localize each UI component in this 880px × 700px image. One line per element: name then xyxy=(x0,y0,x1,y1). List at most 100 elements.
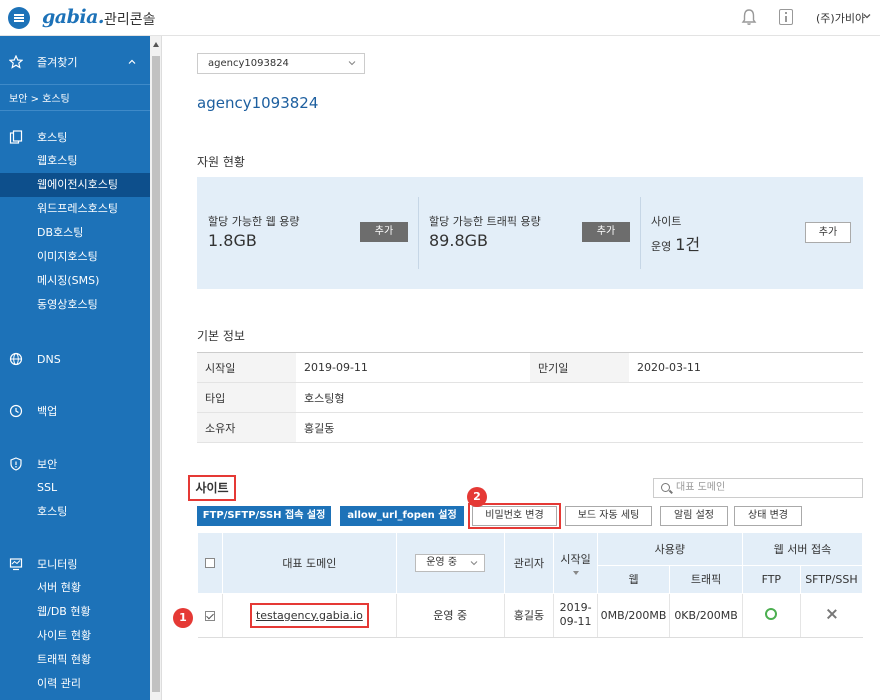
sidebar-item-video-hosting[interactable]: 동영상호스팅 xyxy=(0,293,150,317)
chevron-down-icon[interactable] xyxy=(862,11,872,21)
favorites-label: 즐겨찾기 xyxy=(37,56,78,69)
hosting-icon xyxy=(9,130,23,144)
owner-label: 소유자 xyxy=(197,412,296,443)
start-date-label: 시작일 xyxy=(197,352,296,383)
sidebar-favorites[interactable]: 즐겨찾기 xyxy=(0,50,150,74)
start-date-cell: 2019-09-11 xyxy=(553,593,598,638)
web-capacity-value: 1.8GB xyxy=(208,231,257,250)
type-label: 타입 xyxy=(197,382,296,413)
sidebar-item-traffic-status[interactable]: 트래픽 현황 xyxy=(0,648,150,672)
step-badge-2: 2 xyxy=(467,487,487,507)
add-traffic-button[interactable]: 추가 xyxy=(582,222,630,242)
sidebar-item-image-hosting[interactable]: 이미지호스팅 xyxy=(0,245,150,269)
site-count-value: 운영 1건 xyxy=(651,231,700,255)
row-select-cell xyxy=(197,593,223,638)
divider xyxy=(0,110,150,111)
sidebar-item-ssl[interactable]: SSL xyxy=(0,476,150,500)
alarm-settings-button[interactable]: 알림 설정 xyxy=(660,506,728,526)
sidebar-item-web-db-status[interactable]: 웹/DB 현황 xyxy=(0,600,150,624)
gabia-logo[interactable]: gabia. xyxy=(42,6,105,28)
start-column-header[interactable]: 시작일 xyxy=(553,533,598,594)
owner-value: 홍길동 xyxy=(296,412,863,443)
sidebar-item-site-status[interactable]: 사이트 현황 xyxy=(0,624,150,648)
search-icon xyxy=(661,483,670,492)
menu-icon[interactable] xyxy=(8,7,30,29)
sidebar-monitoring: 모니터링 서버 현황 웹/DB 현황 사이트 현황 트래픽 현황 이력 관리 xyxy=(0,552,150,696)
usage-column-header: 사용량 xyxy=(596,533,743,566)
bell-icon[interactable] xyxy=(740,8,758,26)
hosting-label: 호스팅 xyxy=(37,131,68,144)
row-checkbox[interactable] xyxy=(204,610,215,621)
status-change-button[interactable]: 상태 변경 xyxy=(734,506,802,526)
ftp-settings-button[interactable]: FTP/SFTP/SSH 접속 설정 xyxy=(197,506,331,526)
breadcrumb: 보안 > 호스팅 xyxy=(9,94,70,105)
web-usage-cell: 0MB/200MB xyxy=(597,593,671,638)
domain-search-input[interactable]: 대표 도메인 xyxy=(653,478,863,498)
board-auto-setup-button[interactable]: 보드 자동 세팅 xyxy=(565,506,652,526)
add-site-button[interactable]: 추가 xyxy=(805,222,851,243)
traffic-usage-header: 트래픽 xyxy=(669,565,743,594)
web-usage-header: 웹 xyxy=(596,565,671,594)
select-all-header xyxy=(197,533,223,594)
site-table: 대표 도메인 운영 중 관리자 시작일 사용량 웹 서버 접속 웹 트래픽 FT… xyxy=(197,533,864,638)
sidebar-hosting: 호스팅 웹호스팅 웹에이전시호스팅 워드프레스호스팅 DB호스팅 이미지호스팅 … xyxy=(0,125,150,317)
sidebar-item-history[interactable]: 이력 관리 xyxy=(0,672,150,696)
end-date-value: 2020-03-11 xyxy=(629,352,863,383)
sort-down-icon[interactable] xyxy=(572,570,579,575)
sidebar-item-sms[interactable]: 메시징(SMS) xyxy=(0,269,150,293)
sidebar-item-db-hosting[interactable]: DB호스팅 xyxy=(0,221,150,245)
status-cell: 운영 중 xyxy=(396,593,505,638)
sidebar-backup[interactable]: 백업 xyxy=(0,399,150,423)
account-select[interactable]: agency1093824 xyxy=(197,53,365,74)
top-bar: gabia. 관리콘솔 (주)가비아 xyxy=(0,0,880,36)
allow-url-fopen-button[interactable]: allow_url_fopen 설정 xyxy=(340,506,464,526)
account-select-value: agency1093824 xyxy=(208,58,289,69)
domain-link[interactable]: testagency.gabia.io xyxy=(256,609,363,622)
account-name[interactable]: (주)가비아 xyxy=(816,10,865,26)
domain-highlight: testagency.gabia.io xyxy=(249,602,369,628)
console-title: 관리콘솔 xyxy=(104,12,156,28)
scrollbar-thumb[interactable] xyxy=(152,56,160,692)
web-capacity-label: 할당 가능한 웹 용량 xyxy=(208,215,300,228)
ftp-available-icon[interactable] xyxy=(765,607,778,620)
start-date-value: 2019-09-11 xyxy=(296,352,530,383)
status-filter-select[interactable]: 운영 중 xyxy=(415,553,486,572)
sidebar-dns[interactable]: DNS xyxy=(0,347,150,371)
status-filter-value: 운영 중 xyxy=(426,556,458,568)
notice-icon[interactable] xyxy=(779,9,793,25)
sidebar-item-security-hosting[interactable]: 호스팅 xyxy=(0,500,150,524)
admin-column-header: 관리자 xyxy=(503,533,555,594)
sidebar-security-head[interactable]: 보안 xyxy=(0,452,150,476)
dns-label: DNS xyxy=(37,352,61,366)
sidebar-hosting-head[interactable]: 호스팅 xyxy=(0,125,150,149)
divider xyxy=(418,197,419,269)
scroll-up-arrow[interactable] xyxy=(153,42,159,47)
sidebar-item-wordpress-hosting[interactable]: 워드프레스호스팅 xyxy=(0,197,150,221)
select-all-checkbox[interactable] xyxy=(204,558,215,569)
chevron-up-icon[interactable] xyxy=(128,58,136,66)
domain-cell: testagency.gabia.io xyxy=(222,593,397,638)
ftp-cell xyxy=(742,593,801,638)
chevron-down-icon xyxy=(470,560,478,566)
table-row: testagency.gabia.io 운영 중 홍길동 2019-09-11 … xyxy=(197,593,863,638)
add-web-capacity-button[interactable]: 추가 xyxy=(360,222,408,242)
step-badge-1: 1 xyxy=(173,608,193,628)
divider xyxy=(0,84,150,85)
sftp-unavailable-icon[interactable] xyxy=(826,608,838,620)
admin-cell: 홍길동 xyxy=(504,593,555,638)
change-password-button[interactable]: 비밀번호 변경 xyxy=(472,506,557,526)
basic-info-title: 기본 정보 xyxy=(197,329,245,343)
sidebar-scrollbar[interactable] xyxy=(150,36,162,700)
status-filter-header: 운영 중 xyxy=(395,533,505,594)
ftp-header: FTP xyxy=(741,565,801,594)
site-section-title: 사이트 xyxy=(188,475,236,501)
traffic-capacity-label: 할당 가능한 트래픽 용량 xyxy=(429,215,541,228)
monitor-icon xyxy=(9,558,23,571)
sidebar-item-web-agency-hosting[interactable]: 웹에이전시호스팅 xyxy=(0,173,150,197)
security-label: 보안 xyxy=(37,458,58,471)
sidebar-monitoring-head[interactable]: 모니터링 xyxy=(0,552,150,576)
start-column-label: 시작일 xyxy=(560,552,591,566)
sidebar-item-server-status[interactable]: 서버 현황 xyxy=(0,576,150,600)
backup-label: 백업 xyxy=(37,405,58,418)
sidebar-item-web-hosting[interactable]: 웹호스팅 xyxy=(0,149,150,173)
